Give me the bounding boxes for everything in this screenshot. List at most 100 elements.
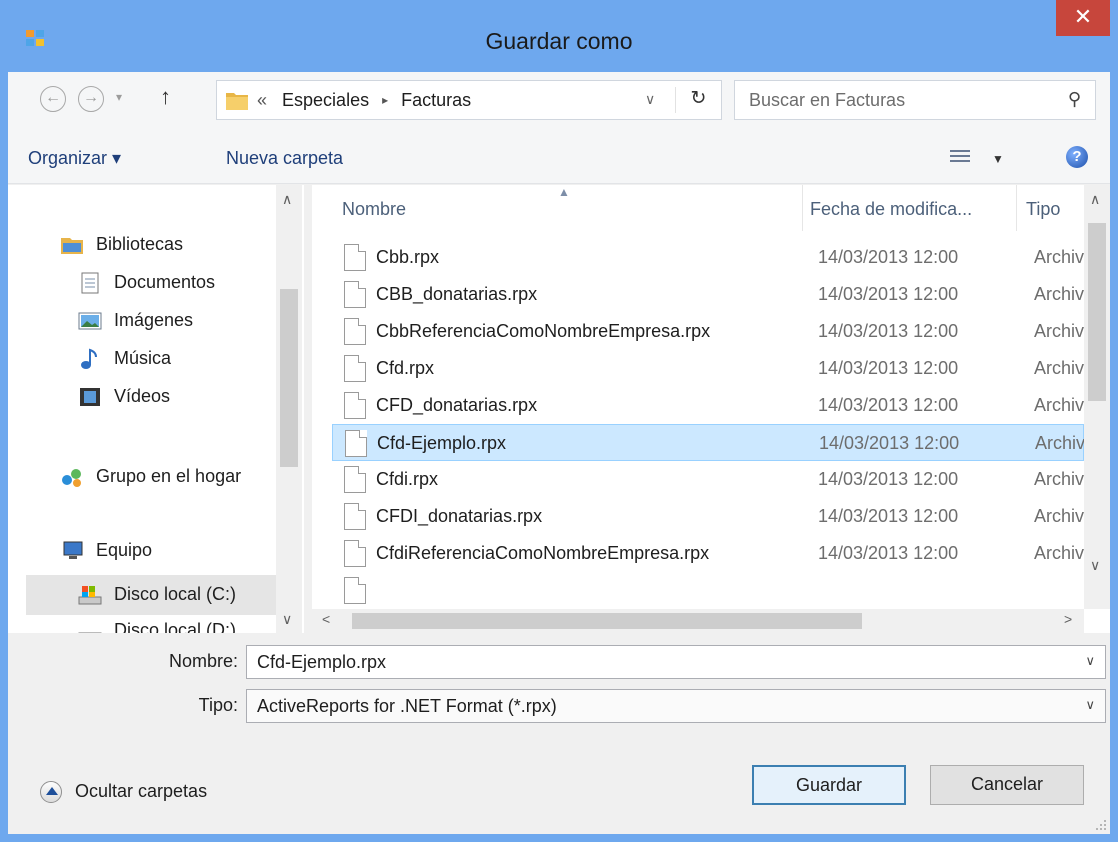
scrollbar-thumb[interactable] (280, 289, 298, 467)
file-row-partial[interactable] (332, 572, 1084, 609)
hide-folders-button[interactable]: Ocultar carpetas (40, 781, 207, 804)
file-date: 14/03/2013 12:00 (818, 321, 959, 341)
title-bar[interactable]: Guardar como ✕ (0, 0, 1118, 72)
scroll-left-arrow[interactable]: < (322, 611, 330, 627)
address-dropdown-button[interactable]: ∨ (645, 91, 655, 108)
file-type: Archiv (1034, 247, 1085, 267)
navpane-label: Grupo en el hogar (96, 466, 242, 486)
computer-icon (63, 541, 83, 559)
file-name: Cfd.rpx (376, 358, 435, 378)
save-button[interactable]: Guardar (752, 765, 906, 805)
homegroup-icon (62, 469, 81, 487)
breadcrumb-overflow[interactable]: « (257, 90, 267, 110)
file-date: 14/03/2013 12:00 (818, 506, 959, 526)
drive-icon (78, 586, 102, 605)
file-row[interactable]: Cfdi.rpx 14/03/2013 12:00 Archiv (332, 461, 1084, 498)
cancel-button[interactable]: Cancelar (930, 765, 1084, 805)
navpane-scrollbar[interactable]: ∧ ∨ (276, 185, 302, 633)
navpane-label: Imágenes (114, 310, 194, 330)
resize-grip-icon[interactable] (1094, 818, 1108, 832)
file-name: CFDI_donatarias.rpx (376, 506, 543, 526)
file-row[interactable]: CbbReferenciaComoNombreEmpresa.rpx 14/03/… (332, 313, 1084, 350)
close-button[interactable]: ✕ (1056, 0, 1110, 36)
column-header-type[interactable]: Tipo (1026, 199, 1060, 220)
navpane-label: Equipo (96, 540, 153, 560)
file-type: Archiv (1034, 284, 1085, 304)
command-toolbar: Organizar ▾ Nueva carpeta ▼ ? (8, 128, 1110, 184)
filetype-select[interactable]: ActiveReports for .NET Format (*.rpx) ∨ (246, 689, 1106, 723)
scroll-right-arrow[interactable]: > (1064, 611, 1072, 627)
file-icon (344, 466, 366, 493)
filetype-label: Tipo: (198, 695, 238, 715)
scroll-up-arrow[interactable]: ∧ (282, 191, 292, 208)
file-icon (344, 244, 366, 271)
address-bar[interactable]: « Especiales ▸ Facturas ∨ ↻ (216, 80, 722, 120)
recent-locations-dropdown[interactable]: ▾ (116, 90, 122, 104)
filelist-horizontal-scrollbar[interactable]: < > (312, 609, 1084, 633)
forward-button[interactable]: → (78, 86, 104, 112)
views-icon[interactable] (950, 150, 970, 166)
column-divider[interactable] (1016, 185, 1017, 231)
breadcrumb-separator[interactable]: ▸ (382, 93, 388, 107)
breadcrumb-item-especiales[interactable]: Especiales (282, 90, 369, 110)
filename-value: Cfd-Ejemplo.rpx (257, 652, 387, 672)
file-type: Archiv (1035, 433, 1086, 453)
file-row[interactable]: CBB_donatarias.rpx 14/03/2013 12:00 Archiv (332, 276, 1084, 313)
scroll-down-arrow[interactable]: ∨ (1090, 557, 1100, 574)
scrollbar-thumb[interactable] (352, 613, 862, 629)
documents-icon (81, 272, 99, 294)
scroll-up-arrow[interactable]: ∧ (1090, 191, 1100, 208)
file-row[interactable]: CFDI_donatarias.rpx 14/03/2013 12:00 Archi… (332, 498, 1084, 535)
drive-icon (78, 632, 102, 633)
sort-indicator-icon: ▲ (558, 185, 570, 199)
window-title: Guardar como (485, 28, 633, 54)
new-folder-button[interactable]: Nueva carpeta (226, 148, 343, 169)
search-box[interactable]: Buscar en Facturas ⚲ (734, 80, 1096, 120)
file-name: Cfdi.rpx (376, 469, 439, 489)
search-icon[interactable]: ⚲ (1068, 89, 1081, 110)
search-input[interactable]: Buscar en Facturas (749, 90, 905, 111)
file-date: 14/03/2013 12:00 (819, 433, 960, 453)
help-icon[interactable]: ? (1066, 146, 1088, 168)
column-divider[interactable] (802, 185, 803, 231)
up-button[interactable]: ↑ (160, 84, 171, 110)
organize-button[interactable]: Organizar ▾ (28, 148, 121, 169)
refresh-button[interactable]: ↻ (675, 87, 721, 113)
navigation-pane: Bibliotecas Documentos Imágenes Música V… (8, 185, 304, 633)
file-icon (344, 355, 366, 382)
filename-field[interactable]: Cfd-Ejemplo.rpx ∨ (246, 645, 1106, 679)
file-row[interactable]: Cbb.rpx 14/03/2013 12:00 Archiv (332, 239, 1084, 276)
file-row[interactable]: CfdiReferenciaComoNombreEmpresa.rpx 14/03… (332, 535, 1084, 572)
navpane-label: Disco local (C:) (114, 584, 237, 604)
filetype-value: ActiveReports for .NET Format (*.rpx) (257, 696, 557, 716)
file-icon (344, 281, 366, 308)
file-row[interactable]: Cfd.rpx 14/03/2013 12:00 Archiv (332, 350, 1084, 387)
save-form: Nombre: Cfd-Ejemplo.rpx ∨ Tipo: ActiveRe… (8, 633, 1110, 834)
file-icon (344, 392, 366, 419)
navpane-label: Vídeos (114, 386, 171, 406)
column-header-date[interactable]: Fecha de modifica... (810, 199, 972, 220)
filetype-dropdown-icon[interactable]: ∨ (1085, 697, 1095, 713)
filename-dropdown-icon[interactable]: ∨ (1085, 653, 1095, 669)
file-name: CbbReferenciaComoNombreEmpresa.rpx (376, 321, 711, 341)
scrollbar-thumb[interactable] (1088, 223, 1106, 401)
file-date: 14/03/2013 12:00 (818, 358, 959, 378)
file-type: Archiv (1034, 506, 1085, 526)
file-icon (344, 318, 366, 345)
file-row-selected[interactable]: Cfd-Ejemplo.rpx 14/03/2013 12:00 Archiv (332, 424, 1086, 461)
back-button[interactable]: ← (40, 86, 66, 112)
scroll-down-arrow[interactable]: ∨ (282, 611, 292, 628)
file-type: Archiv (1034, 358, 1085, 378)
collapse-icon (40, 781, 62, 804)
file-type: Archiv (1034, 543, 1085, 563)
views-dropdown[interactable]: ▼ (992, 152, 1004, 166)
file-name: Cbb.rpx (376, 247, 440, 267)
filelist-vertical-scrollbar[interactable]: ∧ ∨ (1084, 185, 1110, 609)
breadcrumb-item-facturas[interactable]: Facturas (401, 90, 471, 110)
file-date: 14/03/2013 12:00 (818, 284, 959, 304)
file-name: CfdiReferenciaComoNombreEmpresa.rpx (376, 543, 710, 563)
column-header-name[interactable]: Nombre (342, 199, 406, 220)
file-icon (344, 577, 366, 604)
file-date: 14/03/2013 12:00 (818, 395, 959, 415)
file-row[interactable]: CFD_donatarias.rpx 14/03/2013 12:00 Archiv (332, 387, 1084, 424)
